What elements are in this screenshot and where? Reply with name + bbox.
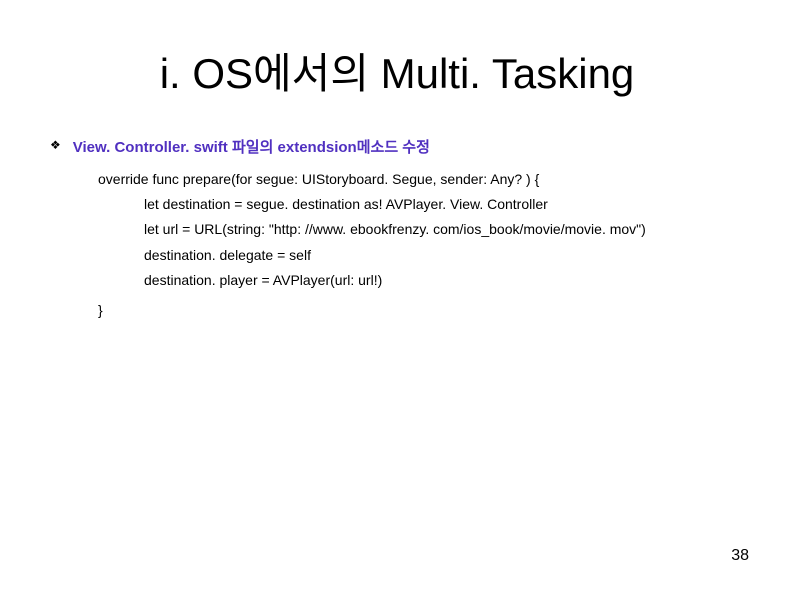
code-close-brace: } xyxy=(98,298,744,323)
code-line: destination. player = AVPlayer(url: url!… xyxy=(144,268,744,293)
bullet-item: ❖ View. Controller. swift 파일의 extendsion… xyxy=(50,136,744,157)
bullet-label: View. Controller. swift 파일의 extendsion메소… xyxy=(73,136,430,157)
code-line: let url = URL(string: "http: //www. eboo… xyxy=(144,217,744,242)
page-title: i. OS에서의 Multi. Tasking xyxy=(50,40,744,101)
code-line: destination. delegate = self xyxy=(144,243,744,268)
diamond-bullet-icon: ❖ xyxy=(50,138,61,152)
slide: i. OS에서의 Multi. Tasking ❖ View. Controll… xyxy=(0,0,794,595)
code-block: override func prepare(for segue: UIStory… xyxy=(98,167,744,323)
page-number: 38 xyxy=(731,547,749,565)
code-line: let destination = segue. destination as!… xyxy=(144,192,744,217)
code-line: override func prepare(for segue: UIStory… xyxy=(98,167,744,192)
